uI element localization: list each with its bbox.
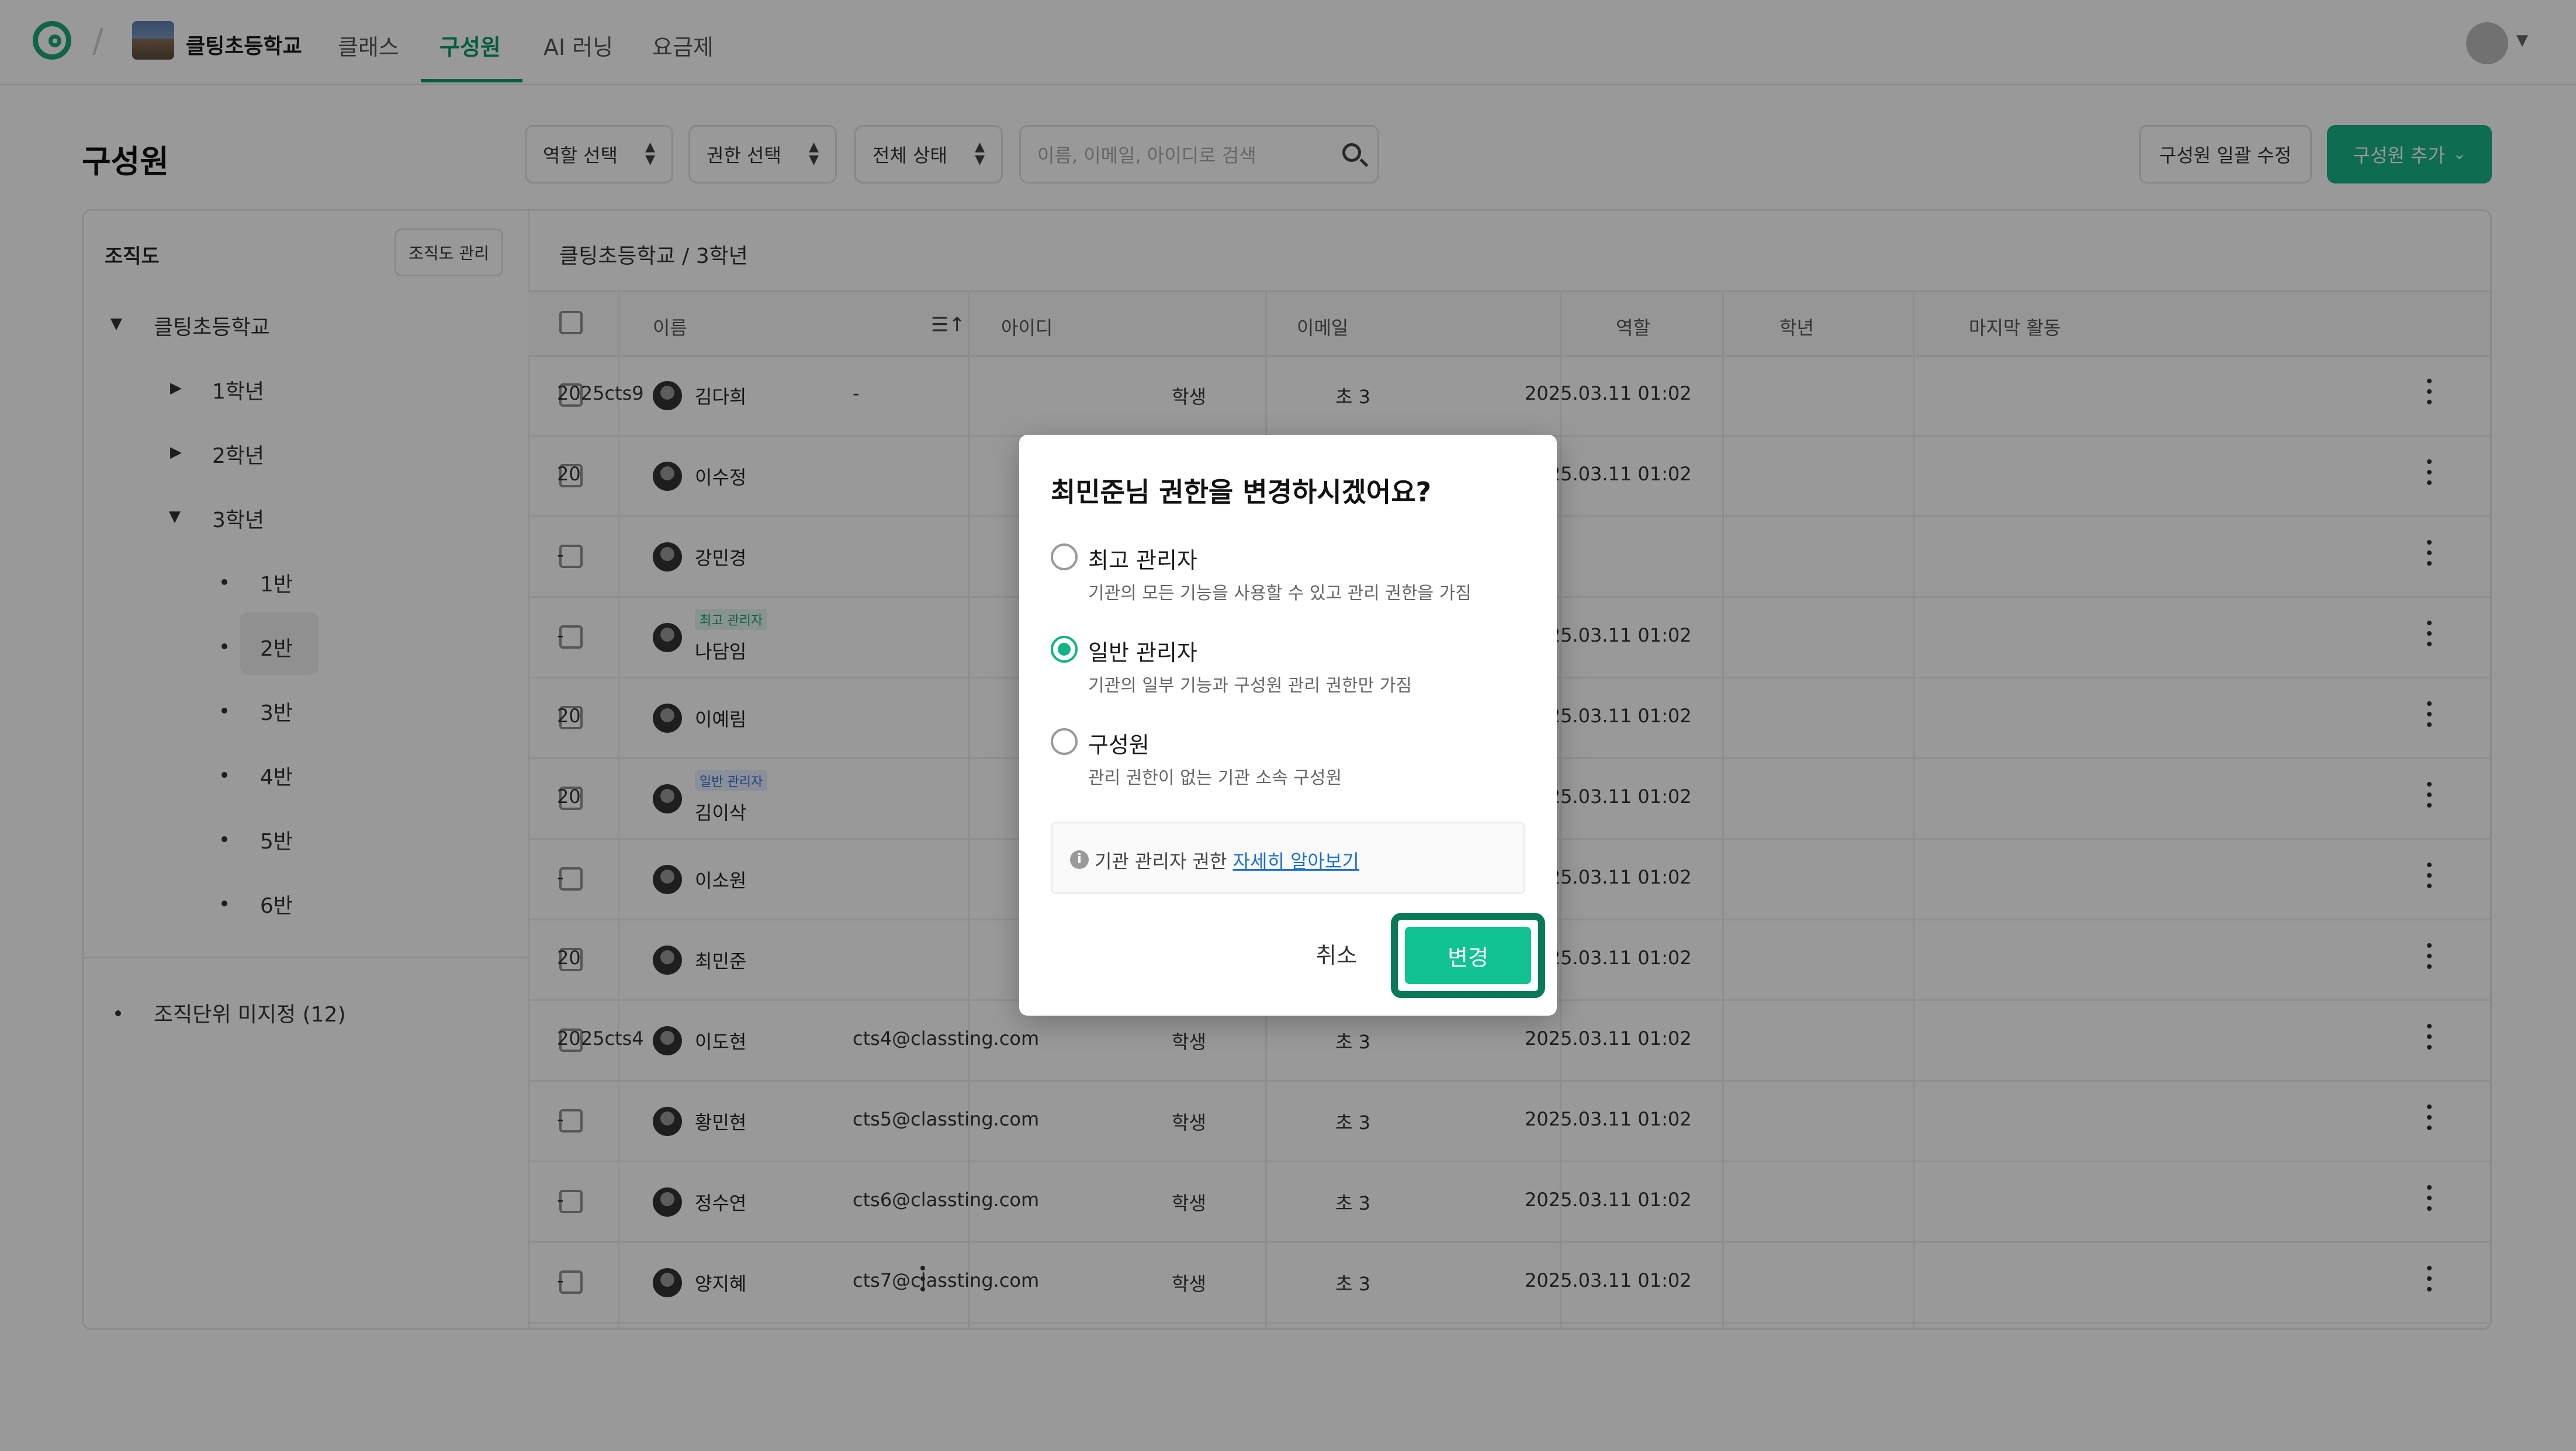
radio-general-admin[interactable] <box>1051 636 1078 663</box>
option-general-admin-label[interactable]: 일반 관리자 <box>1088 635 1197 667</box>
cancel-button[interactable]: 취소 <box>1316 937 1357 969</box>
option-member-desc: 관리 권한이 없는 기관 소속 구성원 <box>1088 768 1342 788</box>
info-prefix: 기관 관리자 권한 <box>1095 850 1227 872</box>
radio-super-admin[interactable] <box>1051 543 1078 570</box>
option-super-admin-label[interactable]: 최고 관리자 <box>1088 542 1197 574</box>
radio-member[interactable] <box>1051 728 1078 755</box>
info-icon: i <box>1070 850 1089 869</box>
dialog-title: 최민준님 권한을 변경하시겠어요? <box>1051 476 1432 508</box>
learn-more-link[interactable]: 자세히 알아보기 <box>1233 850 1359 872</box>
option-member-label[interactable]: 구성원 <box>1088 727 1149 759</box>
option-super-admin-desc: 기관의 모든 기능을 사용할 수 있고 관리 권한을 가짐 <box>1088 583 1471 604</box>
confirm-change-button[interactable]: 변경 <box>1405 927 1531 984</box>
app-page: / 클팅초등학교 클래스 구성원 AI 러닝 요금제 ▼ 구성원 역할 선택 ▲… <box>0 0 2576 1451</box>
confirm-button-highlight: 변경 <box>1391 913 1545 998</box>
change-permission-dialog: 최민준님 권한을 변경하시겠어요? 최고 관리자 기관의 모든 기능을 사용할 … <box>1019 435 1557 1016</box>
info-box: i 기관 관리자 권한 자세히 알아보기 <box>1051 822 1525 894</box>
option-general-admin-desc: 기관의 일부 기능과 구성원 관리 권한만 가짐 <box>1088 676 1412 696</box>
info-text: 기관 관리자 권한 자세히 알아보기 <box>1095 847 1359 874</box>
